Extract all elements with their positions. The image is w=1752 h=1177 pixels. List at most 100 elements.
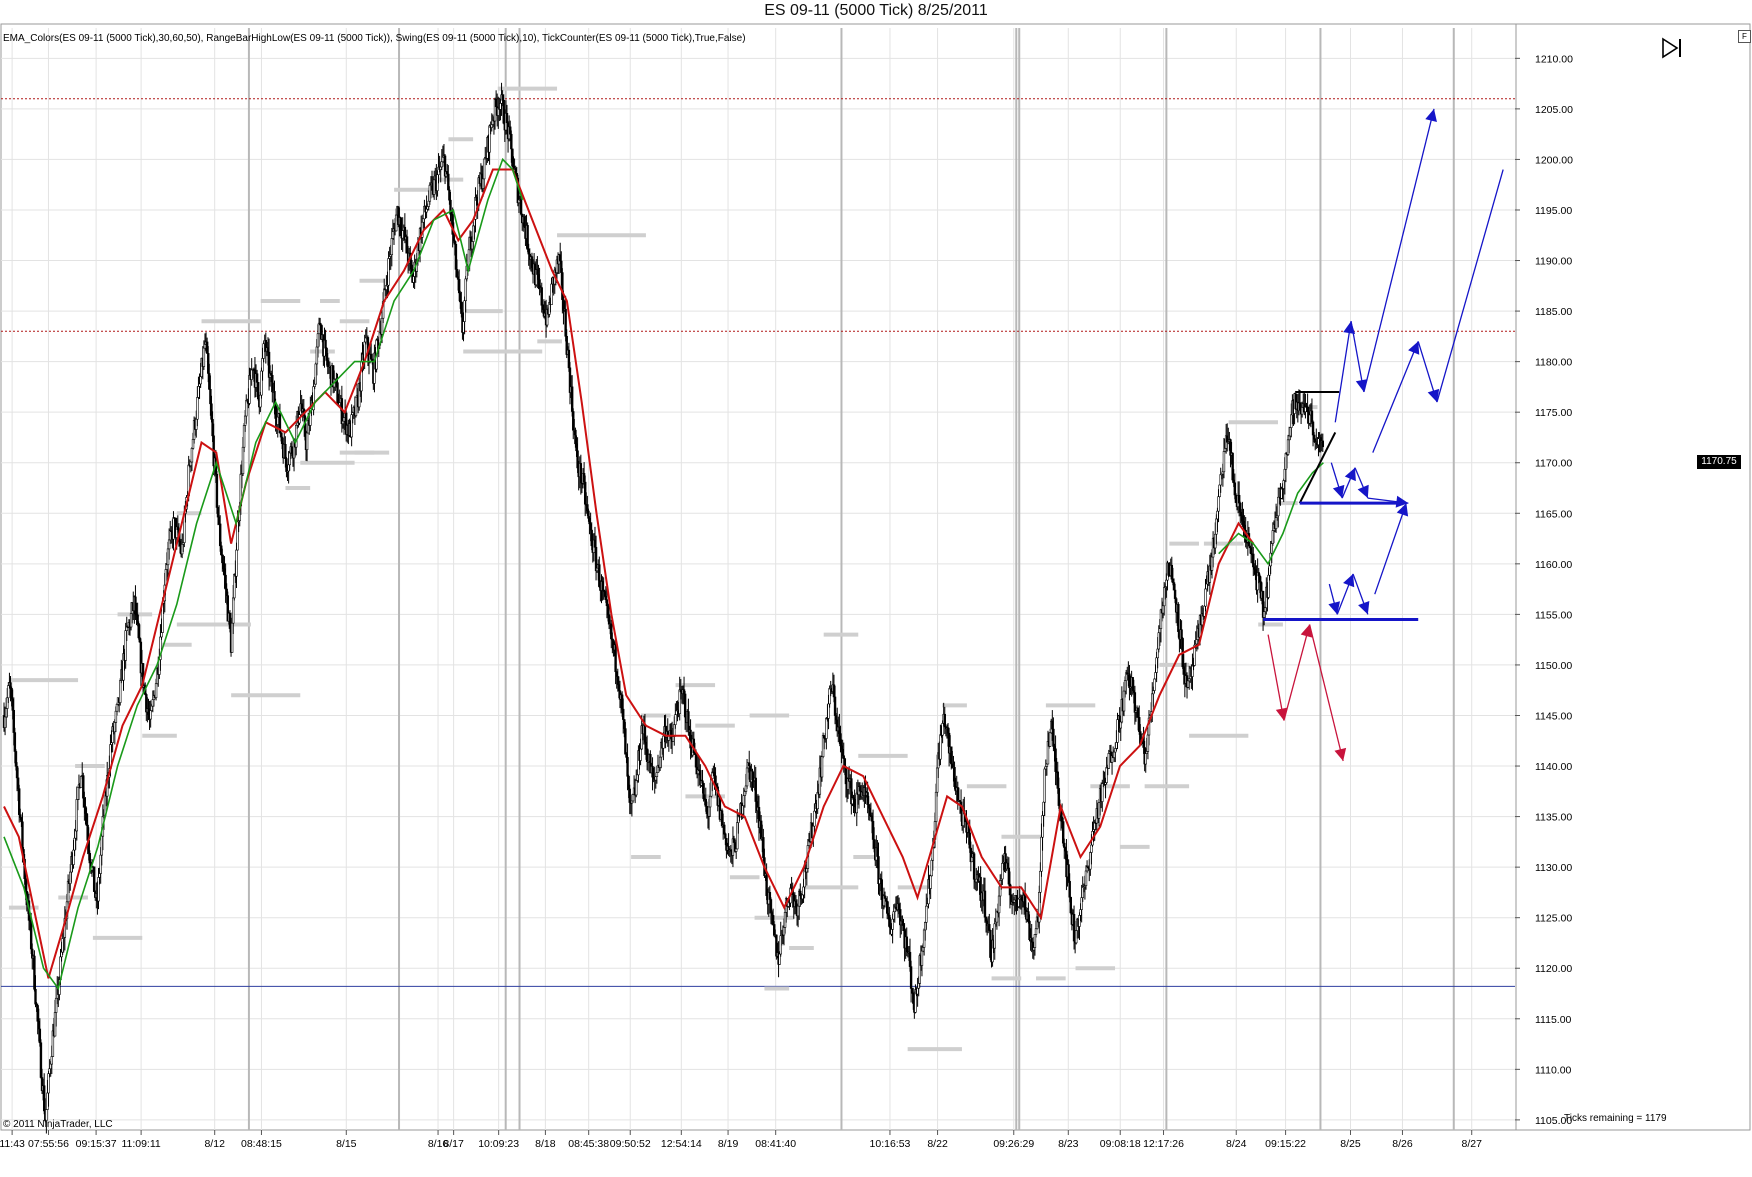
candle-body: [1034, 928, 1038, 935]
swing-markers: [8, 86, 1318, 1052]
candle-body: [13, 732, 17, 752]
grid: [0, 23, 1751, 1131]
candle-body: [1217, 496, 1220, 512]
candle-body: [305, 432, 309, 450]
candle-body: [7, 685, 10, 699]
plot-frame: [0, 23, 1517, 1131]
candle-body: [639, 748, 642, 761]
x-tick-label: 12:17:26: [1143, 1138, 1184, 1150]
candle-body: [1133, 692, 1137, 713]
y-tick-label: 1200.00: [1535, 154, 1573, 166]
blue-arrow: [1374, 502, 1407, 595]
candle-body: [1321, 440, 1325, 448]
candle-body: [34, 988, 37, 1005]
x-tick-label: 8/25: [1340, 1138, 1361, 1150]
ema-lines: [3, 157, 1324, 991]
f-icon[interactable]: F: [1738, 30, 1751, 43]
x-tick-label: 09:50:52: [610, 1138, 651, 1150]
candle-body: [324, 339, 327, 349]
x-tick-label: 10:09:23: [478, 1138, 519, 1150]
candle-body: [925, 905, 928, 923]
candle-body: [683, 693, 687, 718]
y-tick-label: 1135.00: [1535, 812, 1572, 824]
candle-body: [284, 444, 287, 459]
x-tick-label: 8/24: [1226, 1138, 1247, 1150]
candle-body: [570, 386, 574, 412]
blue-arrow: [1334, 321, 1352, 423]
candle-body: [820, 756, 824, 778]
y-axis: 1105.001110.001115.001120.001125.001130.…: [1515, 53, 1573, 1127]
play-to-end-icon[interactable]: [1659, 35, 1685, 61]
candle-body: [257, 382, 260, 400]
x-tick-label: 8/19: [718, 1138, 739, 1150]
candle-body: [972, 853, 976, 880]
candle-body: [119, 680, 122, 703]
x-axis: 11:43 07:55:56 09:15:37 11:09:11 8/12 08:48:1…: [0, 1130, 1482, 1150]
candle-body: [723, 824, 726, 835]
candle-body: [993, 923, 996, 949]
x-tick-label: 8/15: [336, 1138, 357, 1150]
y-tick-label: 1115.00: [1535, 1014, 1572, 1026]
candle-body: [983, 890, 987, 918]
candle-body: [202, 347, 206, 367]
blue-arrow: [1436, 169, 1504, 403]
candle-body: [1204, 588, 1207, 607]
drawing-tools: [1263, 108, 1504, 762]
chart-window: ES 09-11 (5000 Tick) 8/25/2011 1105.00 11…: [0, 0, 1752, 1177]
candle-body: [21, 821, 24, 850]
y-tick-label: 1120.00: [1535, 963, 1572, 975]
price-chart[interactable]: 1105.001110.001115.001120.001125.001130.…: [0, 0, 1752, 1177]
candle-body: [1084, 870, 1088, 886]
candle-body: [1153, 678, 1156, 691]
candle-body: [724, 833, 727, 839]
candle-body: [154, 683, 158, 698]
candle-body: [235, 549, 238, 577]
red-arrow: [1267, 634, 1285, 721]
x-tick-label: 8/12: [204, 1138, 225, 1150]
x-tick-label: 8/17: [443, 1138, 464, 1150]
blue-arrow: [1363, 108, 1435, 393]
candle-body: [989, 929, 992, 958]
candle-body: [988, 924, 991, 931]
candle-body: [215, 473, 219, 508]
x-tick-label: 8/18: [535, 1138, 556, 1150]
y-tick-label: 1110.00: [1535, 1064, 1572, 1076]
candle-body: [929, 875, 932, 889]
x-tick-label: 8/23: [1058, 1138, 1079, 1150]
last-price-tag: 1170.75: [1697, 455, 1741, 469]
candle-body: [232, 597, 235, 624]
y-tick-label: 1165.00: [1535, 508, 1572, 520]
candle-body: [626, 757, 629, 777]
y-tick-label: 1170.00: [1535, 458, 1572, 470]
candle-body: [920, 950, 924, 966]
candle-body: [939, 734, 942, 760]
arrow-head: [1334, 747, 1347, 761]
y-tick-label: 1160.00: [1535, 559, 1572, 571]
candle-body: [748, 762, 751, 767]
candle-body: [464, 278, 467, 302]
candle-body: [1048, 732, 1052, 747]
y-tick-label: 1155.00: [1535, 609, 1572, 621]
x-tick-label: 08:41:40: [755, 1138, 796, 1150]
candle-body: [624, 728, 627, 755]
red-arrow: [1308, 624, 1344, 762]
y-tick-label: 1130.00: [1535, 862, 1572, 874]
candle-body: [579, 463, 583, 484]
candle-body: [1107, 753, 1111, 769]
x-tick-label: 11:43: [0, 1138, 25, 1150]
candle-body: [943, 713, 946, 728]
x-tick-label: 8/26: [1392, 1138, 1413, 1150]
y-tick-label: 1175.00: [1535, 407, 1572, 419]
candle-body: [1144, 753, 1147, 765]
candle-body: [1222, 451, 1226, 473]
candle-body: [510, 133, 513, 150]
candle-series: [2, 82, 1325, 1134]
indicator-list: EMA_Colors(ES 09-11 (5000 Tick),30,60,50…: [3, 33, 746, 44]
candle-body: [674, 714, 677, 725]
candle-body: [160, 632, 163, 638]
ticks-remaining: Ticks remaining = 1179: [1564, 1113, 1667, 1124]
candle-body: [833, 696, 837, 716]
candle-body: [1068, 881, 1071, 898]
candle-body: [313, 383, 316, 387]
candle-body: [614, 644, 617, 673]
